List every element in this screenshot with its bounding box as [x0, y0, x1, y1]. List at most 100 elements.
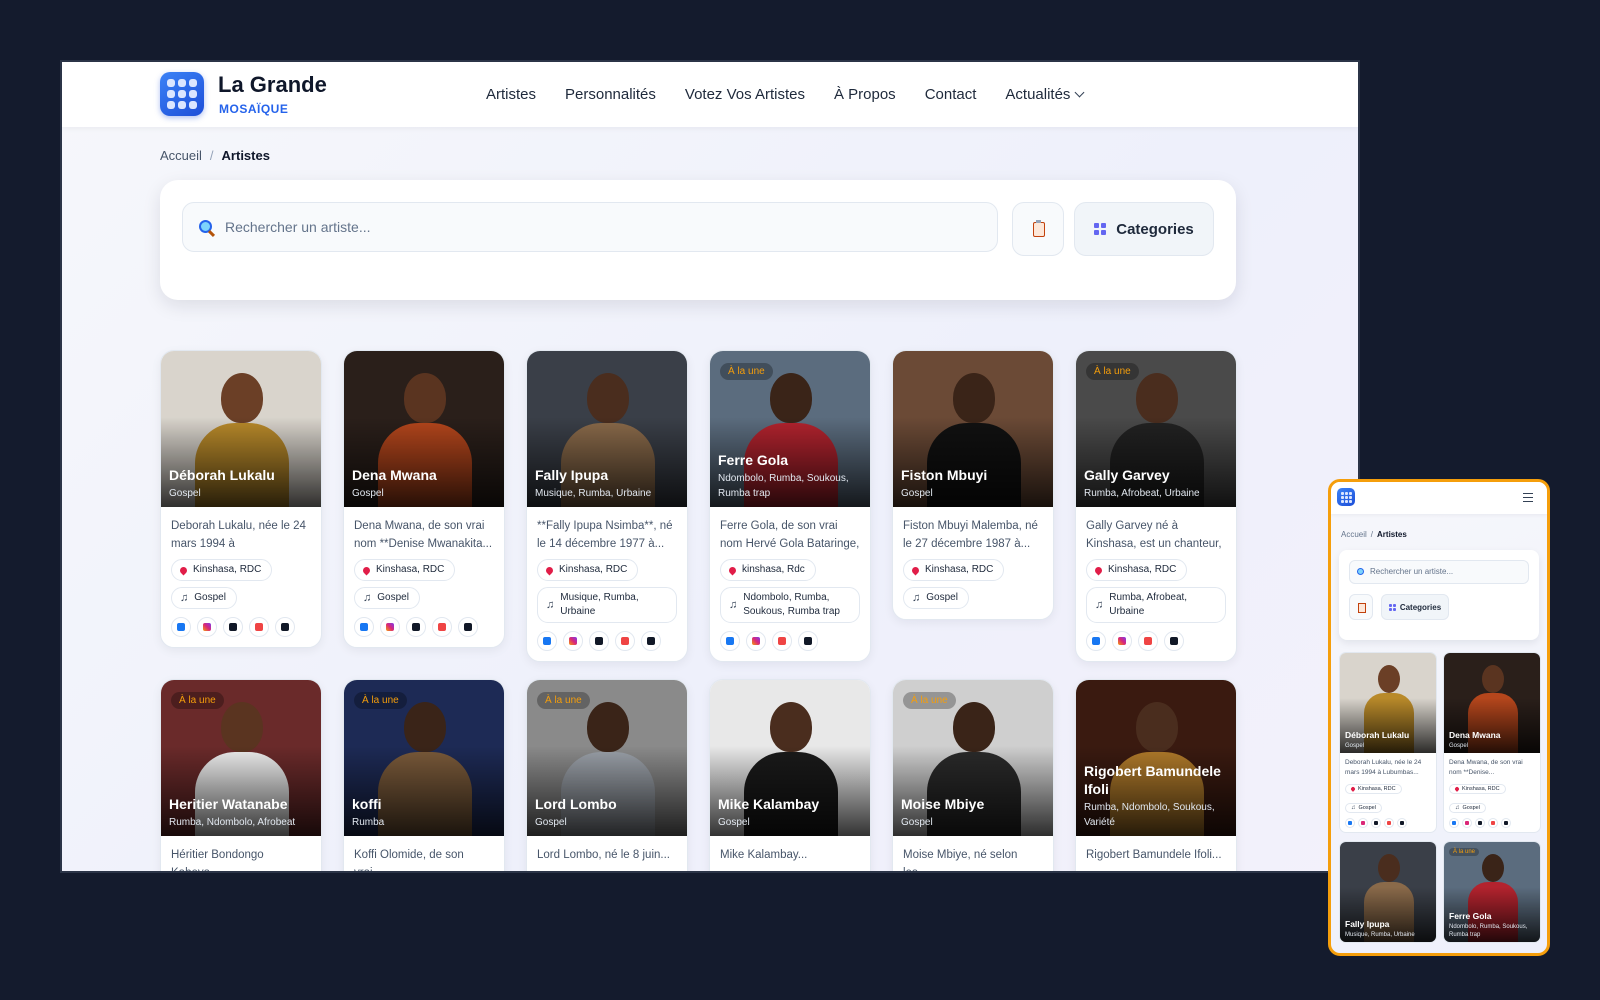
mobile-breadcrumb-home[interactable]: Accueil: [1341, 530, 1367, 539]
logo-grid-icon[interactable]: [160, 72, 204, 116]
artist-name[interactable]: Déborah Lukalu: [1345, 730, 1433, 741]
artist-card[interactable]: À la une Heritier Watanabe Rumba, Ndombolo…: [160, 679, 322, 871]
mobile-artist-photo[interactable]: Dena Mwana Gospel: [1444, 653, 1540, 753]
artist-photo[interactable]: À la une Lord Lombo Gospel: [527, 680, 687, 836]
facebook-icon[interactable]: [171, 617, 191, 637]
artist-card[interactable]: Fally Ipupa Musique, Rumba, Urbaine **Fall…: [526, 350, 688, 662]
brand-title[interactable]: La Grande: [218, 72, 327, 98]
mobile-clipboard-button[interactable]: [1349, 594, 1373, 620]
artist-photo[interactable]: À la une Moise Mbiye Gospel: [893, 680, 1053, 836]
artist-card[interactable]: Mike Kalambay Gospel Mike Kalambay...: [709, 679, 871, 871]
artist-card[interactable]: À la une koffi Rumba Koffi Olomide, de son …: [343, 679, 505, 871]
instagram-icon[interactable]: [563, 631, 583, 651]
artist-photo[interactable]: À la une Gally Garvey Rumba, Afrobeat, Urb…: [1076, 351, 1236, 507]
tiktok-icon[interactable]: [589, 631, 609, 651]
mobile-artist-photo[interactable]: Fally Ipupa Musique, Rumba, Urbaine: [1340, 842, 1436, 942]
nav-personnalites[interactable]: Personnalités: [565, 86, 656, 103]
instagram-icon[interactable]: [197, 617, 217, 637]
tiktok-icon[interactable]: [1475, 818, 1485, 828]
tiktok-icon[interactable]: [275, 617, 295, 637]
artist-photo[interactable]: Fiston Mbuyi Gospel: [893, 351, 1053, 507]
artist-name[interactable]: Gally Garvey: [1084, 466, 1230, 484]
tiktok-icon[interactable]: [641, 631, 661, 651]
artist-card[interactable]: À la une Ferre Gola Ndombolo, Rumba, Souko…: [709, 350, 871, 662]
youtube-icon[interactable]: [249, 617, 269, 637]
nav-a-propos[interactable]: À Propos: [834, 86, 896, 103]
tiktok-icon[interactable]: [406, 617, 426, 637]
mobile-artist-card[interactable]: Dena Mwana Gospel Dena Mwana, de son vrai …: [1443, 652, 1541, 833]
artist-name[interactable]: Ferre Gola: [1449, 911, 1537, 922]
tiktok-icon[interactable]: [223, 617, 243, 637]
artist-photo[interactable]: À la une Ferre Gola Ndombolo, Rumba, Souko…: [710, 351, 870, 507]
tiktok-icon[interactable]: [798, 631, 818, 651]
artist-name[interactable]: koffi: [352, 795, 498, 813]
clipboard-button[interactable]: [1012, 202, 1064, 256]
brand-subtitle[interactable]: MOSAÏQUE: [219, 102, 288, 116]
facebook-icon[interactable]: [1345, 818, 1355, 828]
artist-card[interactable]: À la une Lord Lombo Gospel Lord Lombo, né l…: [526, 679, 688, 871]
nav-contact[interactable]: Contact: [925, 86, 977, 103]
tiktok-icon[interactable]: [1371, 818, 1381, 828]
tiktok-icon[interactable]: [1501, 818, 1511, 828]
artist-name[interactable]: Fally Ipupa: [535, 466, 681, 484]
artist-card[interactable]: À la une Gally Garvey Rumba, Afrobeat, Urb…: [1075, 350, 1237, 662]
artist-photo[interactable]: Rigobert Bamundele Ifoli Rumba, Ndombolo,…: [1076, 680, 1236, 836]
breadcrumb-home[interactable]: Accueil: [160, 148, 202, 163]
facebook-icon[interactable]: [1086, 631, 1106, 651]
artist-name[interactable]: Mike Kalambay: [718, 795, 864, 813]
artist-name[interactable]: Moise Mbiye: [901, 795, 1047, 813]
search-input[interactable]: [225, 203, 985, 251]
youtube-icon[interactable]: [1384, 818, 1394, 828]
artist-card[interactable]: Rigobert Bamundele Ifoli Rumba, Ndombolo,…: [1075, 679, 1237, 871]
mobile-artist-photo[interactable]: À la une Ferre Gola Ndombolo, Rumba, Souko…: [1444, 842, 1540, 942]
instagram-icon[interactable]: [746, 631, 766, 651]
artist-photo[interactable]: À la une Heritier Watanabe Rumba, Ndombolo…: [161, 680, 321, 836]
artist-name[interactable]: Fally Ipupa: [1345, 919, 1433, 930]
facebook-icon[interactable]: [537, 631, 557, 651]
artist-name[interactable]: Rigobert Bamundele Ifoli: [1084, 762, 1230, 798]
artist-name[interactable]: Heritier Watanabe: [169, 795, 315, 813]
tiktok-icon[interactable]: [1164, 631, 1184, 651]
artist-name[interactable]: Dena Mwana: [1449, 730, 1537, 741]
artist-card[interactable]: Déborah Lukalu Gospel Deborah Lukalu, née …: [160, 350, 322, 648]
artist-photo[interactable]: Déborah Lukalu Gospel: [161, 351, 321, 507]
artist-card[interactable]: Fiston Mbuyi Gospel Fiston Mbuyi Malemba, …: [892, 350, 1054, 620]
artist-name[interactable]: Lord Lombo: [535, 795, 681, 813]
artist-photo[interactable]: Mike Kalambay Gospel: [710, 680, 870, 836]
nav-artistes[interactable]: Artistes: [486, 86, 536, 103]
youtube-icon[interactable]: [432, 617, 452, 637]
youtube-icon[interactable]: [615, 631, 635, 651]
categories-button[interactable]: Categories: [1074, 202, 1214, 256]
mobile-categories-button[interactable]: Categories: [1381, 594, 1449, 620]
artist-photo[interactable]: Dena Mwana Gospel: [344, 351, 504, 507]
artist-card[interactable]: À la une Moise Mbiye Gospel Moise Mbiye, né…: [892, 679, 1054, 871]
mobile-artist-card[interactable]: Fally Ipupa Musique, Rumba, Urbaine: [1339, 841, 1437, 943]
nav-actualites[interactable]: Actualités: [1005, 86, 1085, 103]
artist-name[interactable]: Fiston Mbuyi: [901, 466, 1047, 484]
mobile-artist-photo[interactable]: Déborah Lukalu Gospel: [1340, 653, 1436, 753]
artist-photo[interactable]: À la une koffi Rumba: [344, 680, 504, 836]
tiktok-icon[interactable]: [1397, 818, 1407, 828]
artist-photo[interactable]: Fally Ipupa Musique, Rumba, Urbaine: [527, 351, 687, 507]
instagram-icon[interactable]: [1112, 631, 1132, 651]
artist-card[interactable]: Dena Mwana Gospel Dena Mwana, de son vrai …: [343, 350, 505, 648]
facebook-icon[interactable]: [354, 617, 374, 637]
hamburger-menu-icon[interactable]: [1523, 493, 1533, 502]
instagram-icon[interactable]: [1462, 818, 1472, 828]
youtube-icon[interactable]: [772, 631, 792, 651]
youtube-icon[interactable]: [1138, 631, 1158, 651]
mobile-artist-card[interactable]: À la une Ferre Gola Ndombolo, Rumba, Souko…: [1443, 841, 1541, 943]
tiktok-icon[interactable]: [458, 617, 478, 637]
mobile-search-input[interactable]: Rechercher un artiste...: [1349, 560, 1529, 584]
instagram-icon[interactable]: [1358, 818, 1368, 828]
artist-name[interactable]: Ferre Gola: [718, 451, 864, 469]
instagram-icon[interactable]: [380, 617, 400, 637]
mobile-logo-icon[interactable]: [1337, 488, 1355, 506]
artist-name[interactable]: Déborah Lukalu: [169, 466, 315, 484]
artist-name[interactable]: Dena Mwana: [352, 466, 498, 484]
youtube-icon[interactable]: [1488, 818, 1498, 828]
facebook-icon[interactable]: [1449, 818, 1459, 828]
search-field[interactable]: [182, 202, 998, 252]
nav-votez[interactable]: Votez Vos Artistes: [685, 86, 805, 103]
mobile-artist-card[interactable]: Déborah Lukalu Gospel Deborah Lukalu, née …: [1339, 652, 1437, 833]
